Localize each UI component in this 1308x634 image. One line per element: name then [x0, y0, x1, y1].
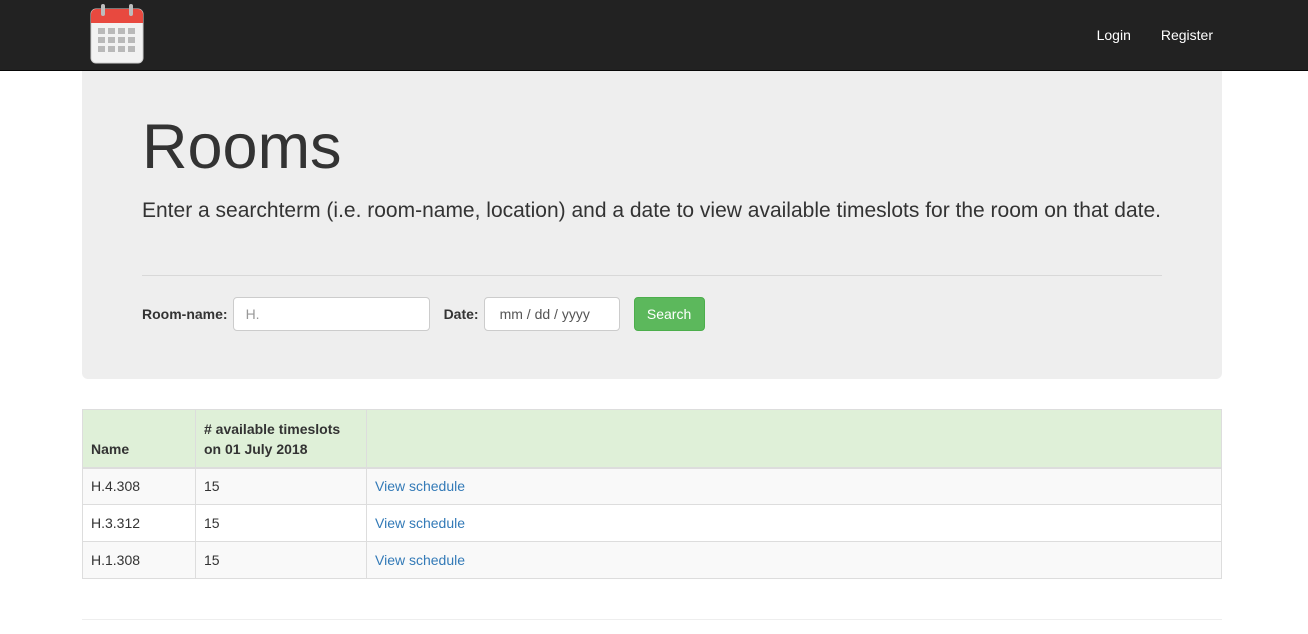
- room-name-cell: H.4.308: [82, 467, 196, 505]
- search-form: Room-name: Date: mm / dd / yyyy Search: [142, 297, 705, 331]
- room-name-label: Room-name:: [142, 306, 228, 322]
- view-schedule-link[interactable]: View schedule: [375, 478, 465, 494]
- jumbotron: Rooms Enter a searchterm (i.e. room-name…: [82, 71, 1222, 379]
- room-name-cell: H.1.308: [82, 541, 196, 579]
- action-cell: View schedule: [366, 504, 1222, 542]
- action-cell: View schedule: [366, 541, 1222, 579]
- header-available-timeslots: # available timeslots on 01 July 2018: [195, 409, 367, 469]
- navbar: Login Register: [0, 0, 1308, 71]
- timeslot-count-cell: 15: [195, 504, 367, 542]
- timeslot-count-cell: 15: [195, 541, 367, 579]
- register-link[interactable]: Register: [1161, 27, 1213, 43]
- header-name: Name: [82, 409, 196, 469]
- rooms-table: Name # available timeslots on 01 July 20…: [82, 409, 1222, 579]
- page-description: Enter a searchterm (i.e. room-name, loca…: [142, 199, 1162, 222]
- search-button[interactable]: Search: [633, 297, 705, 331]
- calendar-icon[interactable]: [90, 3, 144, 64]
- table-row: H.4.308 15 View schedule: [82, 467, 1222, 505]
- page-title: Rooms: [142, 112, 342, 182]
- footer-divider: [82, 619, 1222, 620]
- login-link[interactable]: Login: [1097, 27, 1131, 43]
- timeslot-count-cell: 15: [195, 467, 367, 505]
- table-header-row: Name # available timeslots on 01 July 20…: [82, 409, 1222, 469]
- room-name-input[interactable]: [232, 297, 430, 331]
- table-row: H.3.312 15 View schedule: [82, 504, 1222, 542]
- view-schedule-link[interactable]: View schedule: [375, 552, 465, 568]
- divider: [142, 275, 1162, 276]
- nav-links: Login Register: [1067, 0, 1213, 70]
- table-row: H.1.308 15 View schedule: [82, 541, 1222, 579]
- action-cell: View schedule: [366, 467, 1222, 505]
- header-actions: [366, 409, 1222, 469]
- date-input[interactable]: mm / dd / yyyy: [483, 297, 620, 331]
- room-name-cell: H.3.312: [82, 504, 196, 542]
- date-label: Date:: [443, 306, 479, 322]
- view-schedule-link[interactable]: View schedule: [375, 515, 465, 531]
